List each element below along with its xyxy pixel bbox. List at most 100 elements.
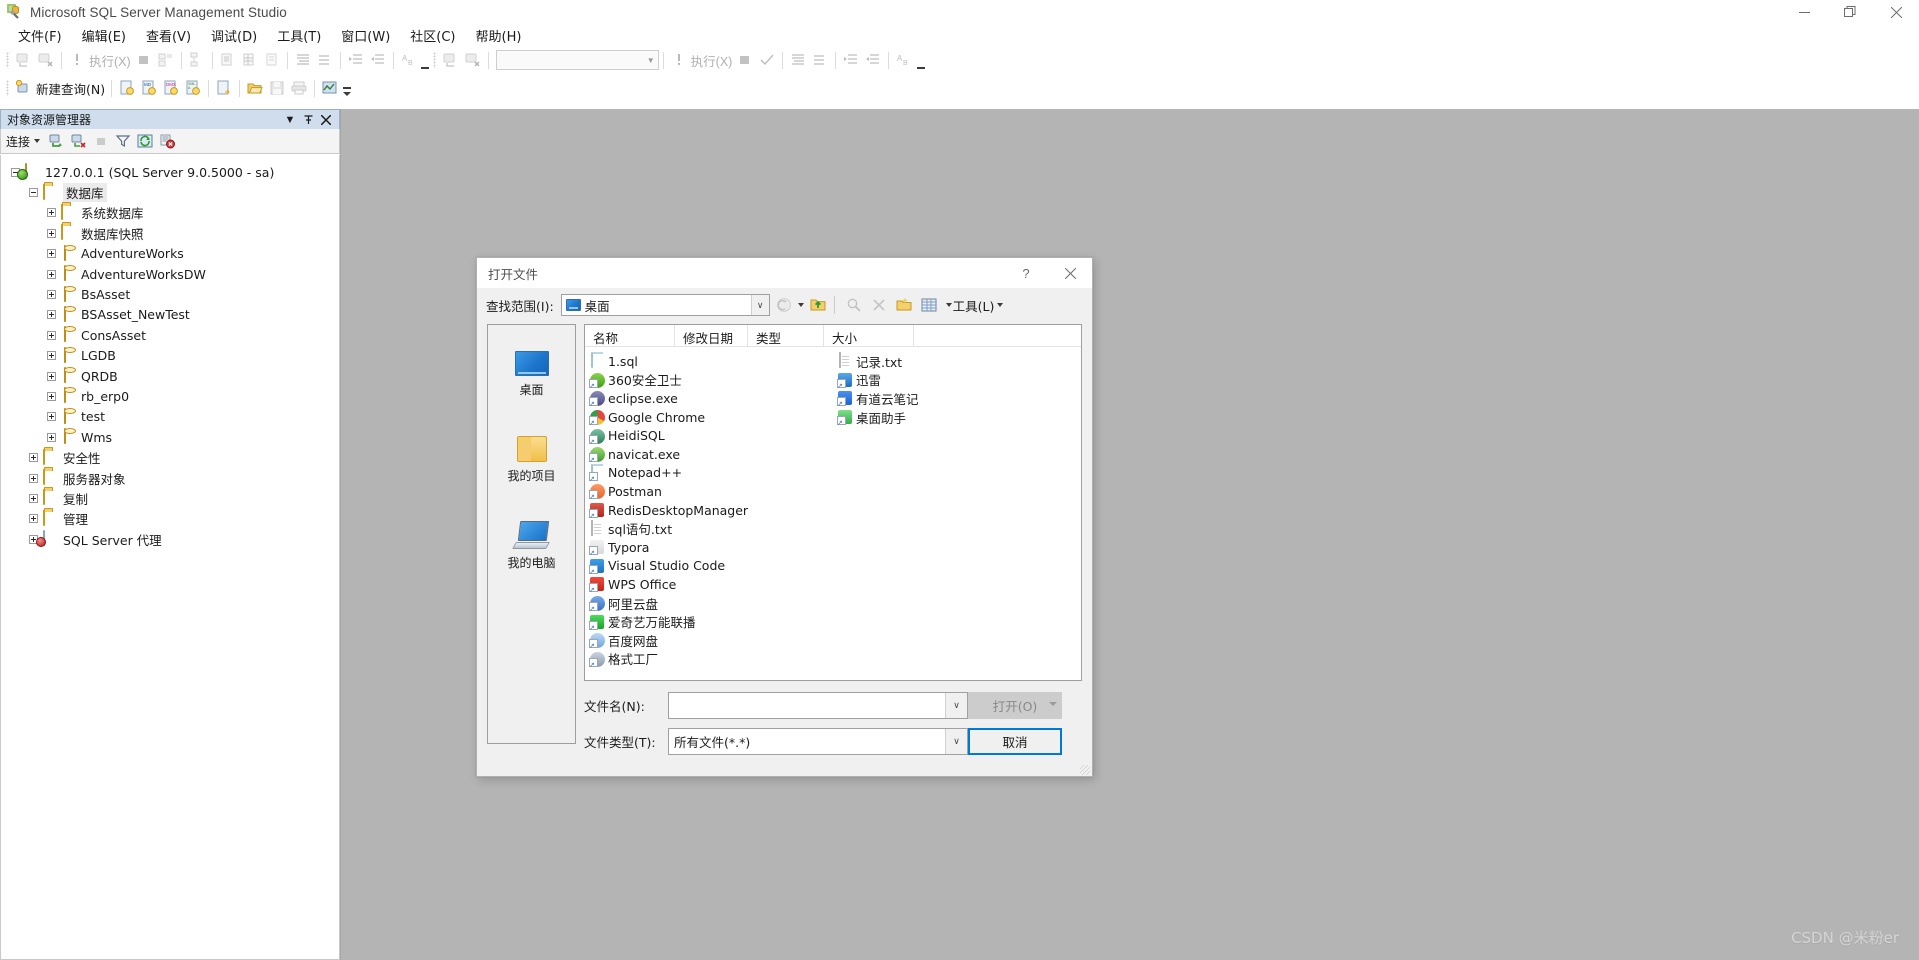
file-list-item[interactable]: 360安全卫士 [589,371,748,391]
file-list-item[interactable]: 有道云笔记 [837,389,919,409]
tree-node[interactable]: test [1,407,339,427]
toolbar-grip[interactable] [6,52,9,68]
indent-icon[interactable] [840,49,862,71]
tree-node[interactable]: Wms [1,427,339,447]
file-list-item[interactable]: RedisDesktopManager [589,501,748,521]
search-icon[interactable] [843,294,865,316]
open-file-icon[interactable] [244,77,266,99]
file-list-item[interactable]: 百度网盘 [589,631,748,651]
pin-icon[interactable] [299,111,317,129]
chevron-down-icon[interactable] [797,303,804,307]
restore-button[interactable] [1827,0,1873,24]
tree-node[interactable]: AdventureWorksDW [1,264,339,284]
print-icon[interactable] [288,77,310,99]
expand-icon[interactable] [47,351,56,361]
save-icon[interactable] [266,77,288,99]
stop-icon[interactable] [90,130,112,152]
file-list-item[interactable]: Typora [589,538,748,558]
chevron-down-icon[interactable]: ∨ [945,693,967,718]
file-list-item[interactable]: 格式工厂 [589,650,748,670]
tree-node[interactable]: SQL Server 代理 [1,529,339,549]
execute-icon[interactable] [66,49,88,71]
comment-icon[interactable] [345,49,367,71]
cancel-button[interactable]: 取消 [968,728,1062,755]
tree-node[interactable]: AdventureWorks [1,244,339,264]
tree-node[interactable]: LGDB [1,346,339,366]
tree-node[interactable]: BsAsset [1,284,339,304]
close-button[interactable] [1873,0,1919,24]
stop-icon[interactable] [133,49,155,71]
include-actual-plan-icon[interactable] [217,49,239,71]
file-list-item[interactable]: sql语句.txt [589,519,748,538]
column-header-name[interactable]: 名称 [585,325,675,346]
new-query-icon[interactable] [13,77,35,99]
file-list-item[interactable]: 1.sql [589,352,748,371]
expand-icon[interactable] [47,208,56,218]
results-to-text-icon[interactable] [292,49,314,71]
activity-monitor-icon[interactable] [319,77,341,99]
dialog-resize-grip[interactable] [1080,765,1090,775]
tree-node[interactable]: 服务器对象 [1,468,339,488]
expand-icon[interactable] [29,473,38,483]
chevron-down-icon[interactable]: ∨ [750,295,769,315]
chevron-down-icon[interactable]: ▼ [281,111,299,129]
delete-icon[interactable] [868,294,890,316]
tree-node[interactable]: 系统数据库 [1,203,339,223]
expand-icon[interactable] [47,228,56,238]
toolbar-overflow-button-2[interactable] [915,49,926,71]
chevron-down-icon[interactable] [997,303,1004,307]
place-my-computer[interactable]: 我的电脑 [488,497,575,583]
file-list-item[interactable]: Visual Studio Code [589,557,748,577]
file-list-item[interactable]: Postman [589,482,748,502]
tree-node[interactable]: 复制 [1,488,339,508]
menu-tools[interactable]: 工具(T) [268,24,330,47]
new-query-label[interactable]: 新建查询(N) [35,79,107,98]
tools-menu-button[interactable]: 工具(L) [953,296,995,315]
menu-help[interactable]: 帮助(H) [467,24,531,47]
tree-node[interactable]: BSAsset_NewTest [1,305,339,325]
chevron-down-icon[interactable] [945,303,952,307]
expand-icon[interactable] [47,249,56,259]
disconnect-icon[interactable] [462,49,484,71]
connect-icon[interactable] [13,49,35,71]
connect-icon[interactable] [440,49,462,71]
expand-icon[interactable] [47,432,56,442]
object-explorer-tree[interactable]: 127.0.0.1 (SQL Server 9.0.5000 - sa) 数据库系… [0,155,340,960]
file-list[interactable]: 1.sql 360安全卫士eclipse.exe Google Chrome Heid… [585,347,1081,681]
results-to-grid-icon[interactable] [314,49,336,71]
toolbar-grip[interactable] [432,52,436,68]
new-xmla-query-icon[interactable]: XML A [182,77,204,99]
menu-debug[interactable]: 调试(D) [202,24,266,47]
execute-label[interactable]: 执行(X) [88,51,133,70]
connect-object-explorer-icon[interactable] [46,130,68,152]
dialog-close-button[interactable] [1048,258,1092,288]
tree-node[interactable]: 数据库 [1,182,339,203]
file-list-item[interactable]: 迅雷 [837,371,919,391]
lookin-combo[interactable]: 桌面 ∨ [560,294,770,316]
tree-node[interactable]: 数据库快照 [1,223,339,243]
parse-icon[interactable] [155,49,177,71]
menu-edit[interactable]: 编辑(E) [73,24,135,47]
new-mdx-query-icon[interactable]: MD [138,77,160,99]
disconnect-object-explorer-icon[interactable] [68,130,90,152]
refresh-icon[interactable] [134,130,156,152]
file-list-item[interactable]: 记录.txt [837,352,919,371]
specify-values-icon[interactable]: AB [398,49,420,71]
file-list-item[interactable]: 桌面助手 [837,408,919,428]
file-list-area[interactable]: 名称 修改日期 类型 大小 1.sql 360安全卫士eclipse.exe Goo… [584,324,1082,681]
new-dmx-query-icon[interactable]: DMX [160,77,182,99]
script-error-icon[interactable] [156,130,178,152]
open-button[interactable]: 打开(O) [968,692,1062,719]
place-desktop[interactable]: 桌面 [488,325,575,411]
tree-node[interactable]: 安全性 [1,447,339,467]
filter-icon[interactable] [112,130,134,152]
expand-icon[interactable] [47,371,56,381]
menu-file[interactable]: 文件(F) [9,24,71,47]
new-folder-icon[interactable] [893,294,915,316]
expand-icon[interactable] [47,269,56,279]
toolbar-grip[interactable] [6,80,9,96]
column-header-date[interactable]: 修改日期 [675,325,748,346]
tree-node[interactable]: 127.0.0.1 (SQL Server 9.0.5000 - sa) [1,162,339,182]
execute-label-2[interactable]: 执行(X) [690,51,735,70]
expand-icon[interactable] [29,453,38,463]
